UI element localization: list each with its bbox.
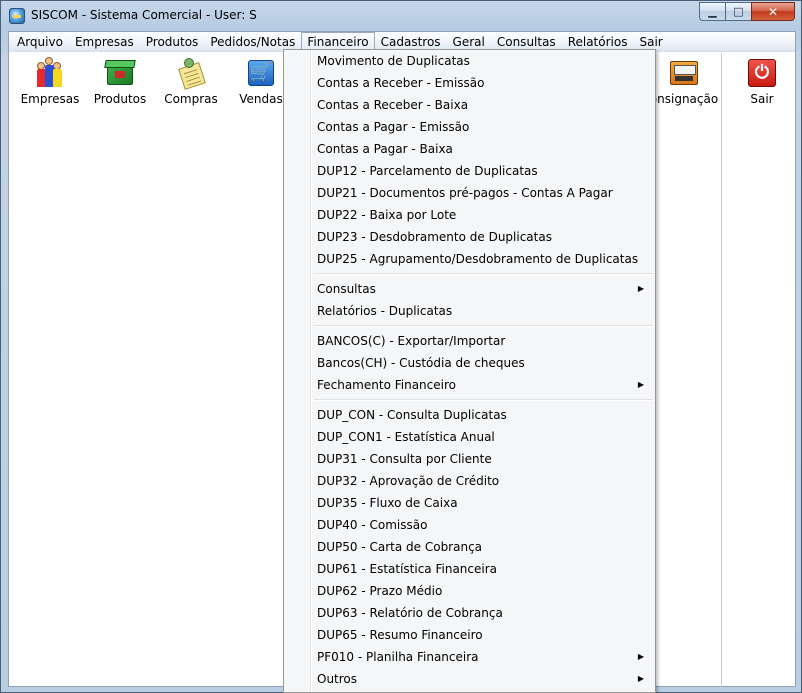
menu-item-label: Consultas: [317, 282, 376, 296]
menu-item-label: DUP50 - Carta de Cobrança: [317, 540, 483, 554]
menu-separator: [284, 270, 655, 278]
menu-item-label: DUP22 - Baixa por Lote: [317, 208, 457, 222]
financeiro-menu-item[interactable]: DUP40 - Comissão: [284, 514, 655, 536]
menu-item-label: DUP35 - Fluxo de Caixa: [317, 496, 458, 510]
menu-item-label: Relatórios - Duplicatas: [317, 304, 453, 318]
submenu-arrow-icon: ▶: [637, 674, 644, 683]
menu-separator: [284, 322, 655, 330]
title-bar[interactable]: SISCOM - Sistema Comercial - User: S ▁ □…: [1, 1, 801, 31]
financeiro-menu-item[interactable]: Outros ▶: [284, 668, 655, 690]
toolbar-sair-button[interactable]: ⏻ Sair: [727, 57, 797, 106]
menu-item-label: Bancos(CH) - Custódia de cheques: [317, 356, 525, 370]
financeiro-menu-item[interactable]: DUP23 - Desdobramento de Duplicatas: [284, 226, 655, 248]
caption-buttons: ▁ □ ✕: [699, 2, 795, 21]
financeiro-menu-item[interactable]: DUP32 - Aprovação de Crédito: [284, 470, 655, 492]
financeiro-menu-item[interactable]: DUP63 - Relatório de Cobrança: [284, 602, 655, 624]
power-icon: ⏻: [746, 57, 778, 89]
financeiro-menu-item[interactable]: Contas a Pagar - Emissão: [284, 116, 655, 138]
notepad-icon: [175, 57, 207, 90]
menu-item-label: Fechamento Financeiro: [317, 378, 456, 392]
window-title: SISCOM - Sistema Comercial - User: S: [31, 8, 257, 22]
financeiro-menu-item[interactable]: DUP25 - Agrupamento/Desdobramento de Dup…: [284, 248, 655, 270]
menu-item-label: DUP21 - Documentos pré-pagos - Contas A …: [317, 186, 613, 200]
financeiro-menu-item[interactable]: DUP31 - Consulta por Cliente: [284, 448, 655, 470]
financeiro-menu-item[interactable]: Bancos(CH) - Custódia de cheques: [284, 352, 655, 374]
submenu-arrow-icon: ▶: [637, 652, 644, 661]
menu-item-label: DUP40 - Comissão: [317, 518, 428, 532]
submenu-arrow-icon: ▶: [637, 380, 644, 389]
financeiro-menu-item[interactable]: DUP35 - Fluxo de Caixa: [284, 492, 655, 514]
menu-item-label: Contas a Pagar - Emissão: [317, 120, 470, 134]
menu-item-label: DUP63 - Relatório de Cobrança: [317, 606, 503, 620]
menu-item-label: Contas a Pagar - Baixa: [317, 142, 453, 156]
toolbar-compras-button[interactable]: Compras: [156, 57, 226, 106]
financeiro-menu-item[interactable]: Relatórios - Duplicatas: [284, 300, 655, 322]
menu-item-label: Contas a Receber - Emissão: [317, 76, 485, 90]
menu-item-label: PF010 - Planilha Financeira: [317, 650, 479, 664]
financeiro-dropdown-menu: Movimento de Duplicatas Contas a Receber …: [283, 49, 656, 693]
financeiro-menu-item[interactable]: Contas a Receber - Baixa: [284, 94, 655, 116]
toolbar-sair-label: Sair: [750, 92, 774, 106]
financeiro-menu-item[interactable]: DUP22 - Baixa por Lote: [284, 204, 655, 226]
maximize-button[interactable]: □: [725, 2, 751, 21]
box-icon: [104, 57, 136, 89]
financeiro-menu-item[interactable]: Contas a Receber - Emissão: [284, 72, 655, 94]
menu-item-label: DUP12 - Parcelamento de Duplicatas: [317, 164, 538, 178]
menu-item-label: Outros: [317, 672, 358, 686]
toolbar-produtos-button[interactable]: Produtos: [85, 57, 155, 106]
toolbar-consignacao-label: onsignação: [649, 92, 719, 106]
menu-separator: [284, 396, 655, 404]
financeiro-menu-item[interactable]: Contas a Pagar - Baixa: [284, 138, 655, 160]
menu-item-label: DUP62 - Prazo Médio: [317, 584, 443, 598]
financeiro-menu-item[interactable]: Fechamento Financeiro ▶: [284, 374, 655, 396]
financeiro-menu-item[interactable]: DUP_CON - Consulta Duplicatas: [284, 404, 655, 426]
toolbar-consignacao-button[interactable]: onsignação: [649, 57, 719, 106]
menu-item-label: DUP32 - Aprovação de Crédito: [317, 474, 500, 488]
menu-item-label: BANCOS(C) - Exportar/Importar: [317, 334, 506, 348]
menu-item-label: Contas a Receber - Baixa: [317, 98, 469, 112]
toolbar-empresas-button[interactable]: Empresas: [15, 57, 85, 106]
financeiro-menu-item[interactable]: DUP62 - Prazo Médio: [284, 580, 655, 602]
close-button[interactable]: ✕: [751, 2, 795, 21]
menu-item-label: DUP_CON - Consulta Duplicatas: [317, 408, 507, 422]
menu-item-label: DUP_CON1 - Estatística Anual: [317, 430, 495, 444]
financeiro-menu-item[interactable]: DUP50 - Carta de Cobrança: [284, 536, 655, 558]
minimize-button[interactable]: ▁: [699, 2, 725, 21]
financeiro-menu-item[interactable]: BANCOS(C) - Exportar/Importar: [284, 330, 655, 352]
financeiro-menu-item[interactable]: DUP21 - Documentos pré-pagos - Contas A …: [284, 182, 655, 204]
toolbar-compras-label: Compras: [164, 92, 218, 106]
menu-item-label: DUP65 - Resumo Financeiro: [317, 628, 483, 642]
financeiro-menu-item[interactable]: Movimento de Duplicatas: [284, 50, 655, 72]
financeiro-menu-item[interactable]: DUP61 - Estatística Financeira: [284, 558, 655, 580]
financeiro-menu-item[interactable]: DUP12 - Parcelamento de Duplicatas: [284, 160, 655, 182]
financeiro-menu-item[interactable]: DUP_CON1 - Estatística Anual: [284, 426, 655, 448]
menu-produtos[interactable]: Produtos: [140, 32, 205, 51]
toolbar-divider: [721, 53, 722, 689]
scanner-icon: [668, 57, 700, 89]
menu-item-label: DUP31 - Consulta por Cliente: [317, 452, 492, 466]
menu-item-label: DUP61 - Estatística Financeira: [317, 562, 498, 576]
toolbar-empresas-label: Empresas: [20, 92, 80, 106]
submenu-arrow-icon: ▶: [637, 284, 644, 293]
menu-arquivo[interactable]: Arquivo: [11, 32, 69, 51]
app-icon[interactable]: [9, 8, 25, 24]
menu-item-label: Movimento de Duplicatas: [317, 54, 470, 68]
financeiro-menu-item[interactable]: Consultas ▶: [284, 278, 655, 300]
financeiro-menu-item[interactable]: PF010 - Planilha Financeira ▶: [284, 646, 655, 668]
financeiro-menu-items: Movimento de Duplicatas Contas a Receber …: [284, 50, 655, 690]
cart-icon: 🛒: [245, 57, 277, 89]
menu-empresas[interactable]: Empresas: [69, 32, 140, 51]
menu-item-label: DUP25 - Agrupamento/Desdobramento de Dup…: [317, 252, 639, 266]
toolbar-produtos-label: Produtos: [93, 92, 147, 106]
financeiro-menu-item[interactable]: DUP65 - Resumo Financeiro: [284, 624, 655, 646]
people-icon: [34, 57, 66, 89]
menu-item-label: DUP23 - Desdobramento de Duplicatas: [317, 230, 552, 244]
